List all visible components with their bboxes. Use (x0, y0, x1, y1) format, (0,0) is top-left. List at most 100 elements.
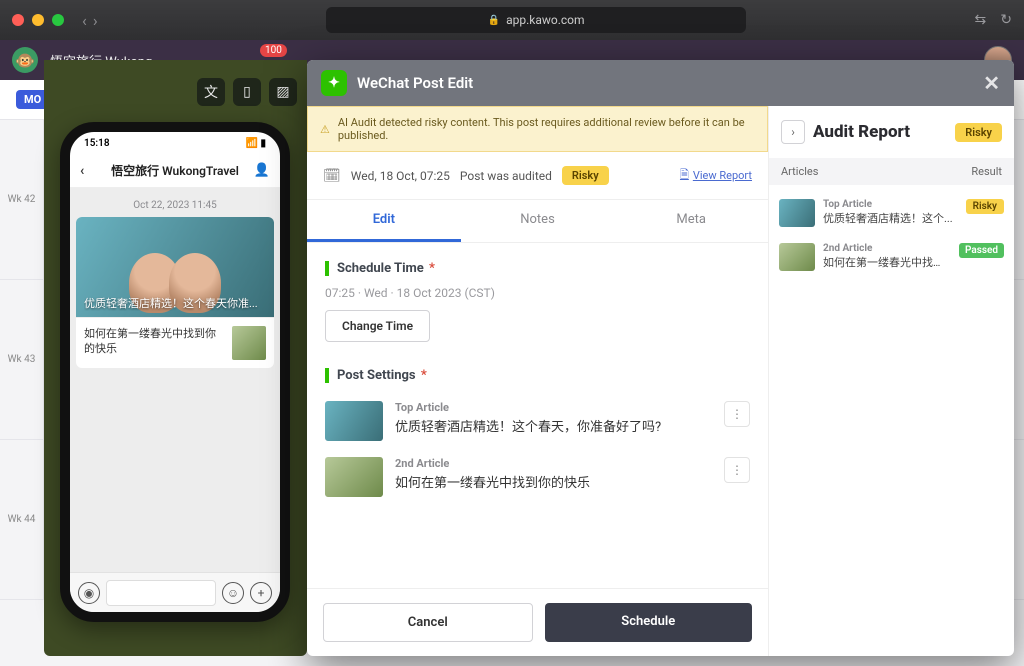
audit-date: Wed, 18 Oct, 07:25 (351, 169, 450, 183)
audit-header: › Audit Report Risky (769, 106, 1014, 158)
window-minimize-icon[interactable] (32, 14, 44, 26)
audit-list-item[interactable]: 2nd Article 如何在第一缕春光中找到... Passed (779, 235, 1004, 279)
window-zoom-icon[interactable] (52, 14, 64, 26)
phone-title: 悟空旅行 WukongTravel (111, 162, 239, 179)
warning-icon: ⚠ (320, 123, 330, 136)
browser-extensions: ⇆ ↻ (975, 12, 1012, 28)
calendar-icon: 🗓 (323, 168, 341, 184)
card-hero-caption: 优质轻奢酒店精选！这个春天你准... (84, 295, 266, 311)
device-icon[interactable]: ▯ (233, 78, 261, 106)
week-label: Wk 44 (0, 440, 44, 600)
view-report-link[interactable]: 🗎 View Report (680, 166, 752, 185)
modal-header: ✦ WeChat Post Edit ✕ (307, 60, 1014, 106)
url-text: app.kawo.com (506, 13, 584, 27)
phone-signal-icon: 📶 ▮ (246, 138, 266, 149)
notification-badge[interactable]: 100 (260, 44, 287, 57)
audit-item-title: 优质轻奢酒店精选！这个... (823, 210, 958, 226)
post-label: 2nd Article (395, 457, 590, 470)
phone-statusbar: 15:18 📶 ▮ (70, 132, 280, 154)
wechat-logo-icon: ✦ (321, 70, 347, 96)
result-badge-risky: Risky (966, 199, 1004, 214)
back-icon[interactable]: ‹ (82, 11, 87, 30)
phone-person-icon[interactable]: 👤 (254, 163, 270, 178)
window-close-icon[interactable] (12, 14, 24, 26)
schedule-value: 07:25 · Wed · 18 Oct 2023 (CST) (325, 286, 750, 300)
audit-panel: › Audit Report Risky Articles Result Top… (769, 106, 1014, 656)
image-icon[interactable]: ▨ (269, 78, 297, 106)
preview-panel: 文 ▯ ▨ 15:18 📶 ▮ ‹ 悟空旅行 WukongTravel 👤 Oc… (44, 60, 307, 656)
audit-item-title: 如何在第一缕春光中找到... (823, 254, 951, 270)
audit-item-label: Top Article (823, 199, 958, 210)
chat-input-bar: ◉ ☺ + (70, 572, 280, 612)
editor-tabs: Edit Notes Meta (307, 200, 768, 243)
card-secondary-row[interactable]: 如何在第一缕春光中找到你的快乐 (76, 317, 274, 368)
schedule-heading: Schedule Time * (325, 261, 750, 276)
editor-footer: Cancel Schedule (307, 588, 768, 656)
chevron-right-icon[interactable]: › (781, 120, 805, 144)
audit-list: Top Article 优质轻奢酒店精选！这个... Risky 2nd Art… (769, 185, 1014, 285)
app-logo-icon[interactable]: 🐵 (12, 47, 38, 73)
post-thumb (325, 457, 383, 497)
post-thumb (325, 401, 383, 441)
phone-time: 15:18 (84, 138, 110, 149)
chat-body: Oct 22, 2023 11:45 优质轻奢酒店精选！这个春天你准... 如何… (70, 188, 280, 572)
audit-thumb (779, 199, 815, 227)
post-editor-modal: ✦ WeChat Post Edit ✕ ⚠ AI Audit detected… (307, 60, 1014, 656)
change-time-button[interactable]: Change Time (325, 310, 430, 342)
col-result: Result (971, 165, 1002, 178)
card-secondary-title: 如何在第一缕春光中找到你的快乐 (84, 326, 226, 357)
week-label: Wk 43 (0, 280, 44, 440)
audit-summary-row: 🗓 Wed, 18 Oct, 07:25 Post was audited Ri… (307, 152, 768, 200)
audit-title: Audit Report (813, 122, 947, 142)
phone-back-icon[interactable]: ‹ (80, 163, 84, 179)
nav-arrows: ‹ › (82, 11, 98, 30)
more-icon[interactable]: ⋮ (724, 401, 750, 427)
lock-icon: 🔒 (488, 15, 500, 26)
result-badge-passed: Passed (959, 243, 1004, 258)
audit-list-item[interactable]: Top Article 优质轻奢酒店精选！这个... Risky (779, 191, 1004, 235)
audit-column-headers: Articles Result (769, 158, 1014, 185)
translate-icon[interactable]: 文 (197, 78, 225, 106)
post-settings-item: 2nd Article 如何在第一缕春光中找到你的快乐 ⋮ (325, 449, 750, 505)
audit-status: Post was audited (460, 169, 552, 183)
audit-item-label: 2nd Article (823, 243, 951, 254)
chat-text-input[interactable] (106, 580, 216, 606)
plus-icon[interactable]: + (250, 582, 272, 604)
editor-content: Schedule Time * 07:25 · Wed · 18 Oct 202… (307, 243, 768, 588)
post-settings-heading: Post Settings * (325, 368, 750, 383)
forward-icon[interactable]: › (93, 11, 98, 30)
col-articles: Articles (781, 165, 971, 178)
card-hero-image: 优质轻奢酒店精选！这个春天你准... (76, 217, 274, 317)
phone-preview: 15:18 📶 ▮ ‹ 悟空旅行 WukongTravel 👤 Oct 22, … (60, 122, 290, 622)
post-title: 优质轻奢酒店精选！这个春天，你准备好了吗? (395, 416, 661, 435)
alert-text: AI Audit detected risky content. This po… (338, 116, 755, 142)
audit-risky-badge: Risky (955, 123, 1002, 142)
traffic-lights (12, 14, 64, 26)
post-settings-item: Top Article 优质轻奢酒店精选！这个春天，你准备好了吗? ⋮ (325, 393, 750, 449)
browser-chrome: ‹ › 🔒 app.kawo.com ⇆ ↻ (0, 0, 1024, 40)
tab-edit[interactable]: Edit (307, 200, 461, 242)
url-bar[interactable]: 🔒 app.kawo.com (326, 7, 746, 33)
translate-icon[interactable]: ⇆ (975, 12, 987, 28)
post-title: 如何在第一缕春光中找到你的快乐 (395, 472, 590, 491)
risky-badge: Risky (562, 166, 609, 185)
report-icon: 🗎 (680, 166, 689, 185)
tab-meta[interactable]: Meta (614, 200, 768, 242)
phone-header: ‹ 悟空旅行 WukongTravel 👤 (70, 154, 280, 188)
history-icon[interactable]: ↻ (1000, 12, 1012, 28)
week-label: Wk 42 (0, 120, 44, 280)
modal-title: WeChat Post Edit (357, 74, 473, 92)
close-icon[interactable]: ✕ (983, 71, 1000, 95)
article-card[interactable]: 优质轻奢酒店精选！这个春天你准... 如何在第一缕春光中找到你的快乐 (76, 217, 274, 368)
cancel-button[interactable]: Cancel (323, 603, 533, 642)
audit-alert: ⚠ AI Audit detected risky content. This … (307, 106, 768, 152)
audit-thumb (779, 243, 815, 271)
emoji-icon[interactable]: ☺ (222, 582, 244, 604)
card-secondary-thumb (232, 326, 266, 360)
tab-notes[interactable]: Notes (461, 200, 615, 242)
schedule-button[interactable]: Schedule (545, 603, 753, 642)
voice-icon[interactable]: ◉ (78, 582, 100, 604)
more-icon[interactable]: ⋮ (724, 457, 750, 483)
chat-timestamp: Oct 22, 2023 11:45 (76, 200, 274, 211)
editor-column: ⚠ AI Audit detected risky content. This … (307, 106, 769, 656)
